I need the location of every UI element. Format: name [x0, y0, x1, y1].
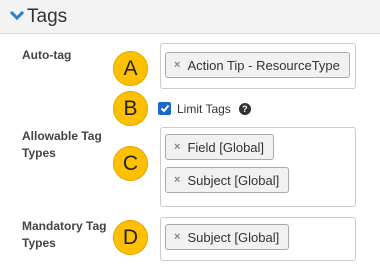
chevron-down-icon[interactable] — [10, 10, 24, 22]
section-header[interactable]: Tags — [0, 0, 380, 34]
help-icon[interactable]: ? — [238, 102, 251, 115]
auto-tag-label: Auto-tag — [22, 48, 72, 62]
callout-badge-b: B — [113, 91, 148, 126]
tags-panel: Tags Auto-tag A × Action Tip - ResourceT… — [0, 0, 380, 268]
mandatory-tag-types-input[interactable]: × Subject [Global] — [160, 217, 356, 261]
auto-tag-input[interactable]: × Action Tip - ResourceType — [160, 43, 356, 89]
checkmark-icon — [160, 104, 169, 113]
tag-chip-label: Subject [Global] — [187, 229, 280, 245]
callout-badge-c: C — [113, 146, 148, 181]
callout-badge-a: A — [113, 51, 148, 86]
limit-tags-checkbox[interactable] — [158, 102, 171, 115]
limit-tags-label: Limit Tags — [177, 101, 231, 116]
callout-badge-d: D — [113, 220, 148, 255]
remove-tag-icon[interactable]: × — [174, 141, 180, 153]
limit-tags-row: Limit Tags ? — [158, 100, 251, 117]
tag-chip: × Subject [Global] — [165, 167, 290, 193]
tag-chip-label: Field [Global] — [187, 139, 265, 155]
section-title: Tags — [27, 6, 68, 27]
remove-tag-icon[interactable]: × — [174, 174, 180, 186]
tag-chip: × Subject [Global] — [165, 224, 290, 250]
allowable-tag-types-input[interactable]: × Field [Global] × Subject [Global] — [160, 127, 356, 207]
tag-chip: × Field [Global] — [165, 134, 275, 160]
tag-chip-label: Action Tip - ResourceType — [187, 57, 340, 73]
tag-chip: × Action Tip - ResourceType — [165, 52, 350, 78]
remove-tag-icon[interactable]: × — [174, 231, 180, 243]
tag-chip-label: Subject [Global] — [187, 172, 280, 188]
remove-tag-icon[interactable]: × — [174, 59, 180, 71]
